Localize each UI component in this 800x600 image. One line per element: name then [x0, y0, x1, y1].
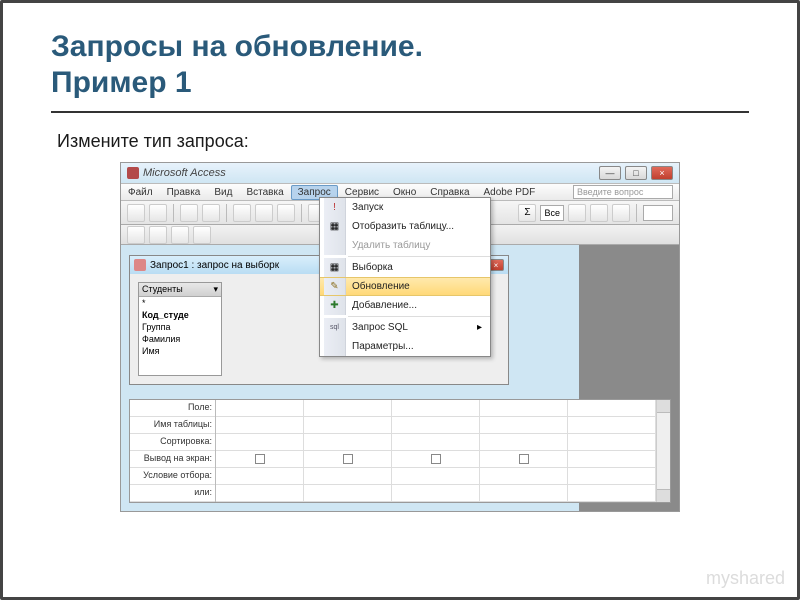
- field-list-item[interactable]: Группа: [139, 321, 221, 333]
- append-query-icon: ✚: [324, 296, 346, 315]
- query-design-grid[interactable]: Поле: Имя таблицы: Сортировка: Вывод на …: [129, 399, 671, 503]
- field-list-item[interactable]: Фамилия: [139, 333, 221, 345]
- grid-column[interactable]: [568, 400, 656, 502]
- grid-label-criteria: Условие отбора:: [130, 468, 215, 485]
- toolbar-builder-button[interactable]: [590, 204, 608, 222]
- menu-item-delete-table-label: Удалить таблицу: [352, 240, 430, 251]
- menu-item-params[interactable]: Параметры...: [320, 337, 490, 356]
- toolbar-properties-button[interactable]: [568, 204, 586, 222]
- menu-item-show-table[interactable]: ▦ Отобразить таблицу...: [320, 217, 490, 236]
- toolbar-cut-button[interactable]: [233, 204, 251, 222]
- toolbar-return-field-value: Все: [544, 208, 560, 218]
- watermark: myshared: [706, 568, 785, 589]
- show-table-icon: ▦: [324, 217, 346, 236]
- menu-item-append-label: Добавление...: [352, 300, 417, 311]
- show-checkbox[interactable]: [431, 454, 441, 464]
- toolbar-preview-button[interactable]: [202, 204, 220, 222]
- toolbar-sigma-button[interactable]: Σ: [518, 204, 536, 222]
- blank-icon: [324, 337, 346, 356]
- update-query-icon: ✎: [324, 278, 346, 295]
- grid-column[interactable]: [480, 400, 568, 502]
- toolbar2-button-3[interactable]: [171, 226, 189, 244]
- run-icon: !: [324, 198, 346, 217]
- grid-column[interactable]: [304, 400, 392, 502]
- title-divider: [51, 111, 749, 113]
- menu-file[interactable]: Файл: [121, 185, 160, 200]
- toolbar-copy-button[interactable]: [255, 204, 273, 222]
- grid-scrollbar[interactable]: [656, 400, 670, 502]
- ask-question-input[interactable]: Введите вопрос: [573, 185, 673, 199]
- menu-item-update-label: Обновление: [352, 281, 410, 292]
- toolbar-separator: [226, 204, 227, 222]
- query-icon: [134, 259, 146, 271]
- slide-title-line1: Запросы на обновление.: [51, 30, 423, 63]
- blank-icon: [324, 236, 346, 255]
- toolbar-paste-button[interactable]: [277, 204, 295, 222]
- app-icon: [127, 167, 139, 179]
- show-checkbox[interactable]: [343, 454, 353, 464]
- field-list-item[interactable]: Имя: [139, 345, 221, 357]
- menu-edit[interactable]: Правка: [160, 185, 208, 200]
- toolbar-dbwindow-button[interactable]: [612, 204, 630, 222]
- sql-icon: sql: [324, 318, 346, 337]
- window-close-button[interactable]: ×: [651, 166, 673, 180]
- grid-label-table: Имя таблицы:: [130, 417, 215, 434]
- grid-label-show: Вывод на экран:: [130, 451, 215, 468]
- menu-item-sql[interactable]: sql Запрос SQL ▸: [320, 318, 490, 337]
- slide: Запросы на обновление. Пример 1 Измените…: [0, 0, 800, 600]
- toolbar-save-button[interactable]: [149, 204, 167, 222]
- menu-item-run[interactable]: ! Запуск: [320, 198, 490, 217]
- field-list-star[interactable]: *: [139, 297, 221, 309]
- slide-subtitle: Измените тип запроса:: [57, 131, 749, 152]
- toolbar-return-field[interactable]: Все: [540, 205, 564, 221]
- menu-item-select-label: Выборка: [352, 262, 393, 273]
- screenshot: Microsoft Access — □ × Файл Правка Вид В…: [120, 162, 680, 512]
- toolbar2-button-2[interactable]: [149, 226, 167, 244]
- field-list-item[interactable]: Код_студе: [139, 309, 221, 321]
- grid-label-or: или:: [130, 485, 215, 502]
- menu-item-run-label: Запуск: [352, 202, 383, 213]
- toolbar-separator: [301, 204, 302, 222]
- toolbar-print-button[interactable]: [180, 204, 198, 222]
- toolbar-separator: [636, 204, 637, 222]
- menu-insert[interactable]: Вставка: [239, 185, 290, 200]
- field-list-header-text: Студенты: [142, 284, 183, 295]
- toolbar-view-button[interactable]: [127, 204, 145, 222]
- grid-column[interactable]: [392, 400, 480, 502]
- menu-separator: [348, 316, 490, 317]
- toolbar-search-field[interactable]: [643, 205, 673, 221]
- menu-view[interactable]: Вид: [207, 185, 239, 200]
- show-checkbox[interactable]: [255, 454, 265, 464]
- toolbar2-button-1[interactable]: [127, 226, 145, 244]
- window-maximize-button[interactable]: □: [625, 166, 647, 180]
- grid-row-labels: Поле: Имя таблицы: Сортировка: Вывод на …: [130, 400, 216, 502]
- window-minimize-button[interactable]: —: [599, 166, 621, 180]
- menu-item-select-query[interactable]: ▦ Выборка: [320, 258, 490, 277]
- ask-question-placeholder: Введите вопрос: [577, 187, 643, 197]
- field-list-header: Студенты ▾: [139, 283, 221, 297]
- menu-item-sql-label: Запрос SQL: [352, 322, 408, 333]
- query-menu-dropdown: ! Запуск ▦ Отобразить таблицу... Удалить…: [319, 197, 491, 357]
- app-titlebar: Microsoft Access — □ ×: [121, 163, 679, 183]
- grid-label-sort: Сортировка:: [130, 434, 215, 451]
- grid-columns: [216, 400, 656, 502]
- show-checkbox[interactable]: [519, 454, 529, 464]
- grid-column[interactable]: [216, 400, 304, 502]
- toolbar2-button-4[interactable]: [193, 226, 211, 244]
- menu-item-append-query[interactable]: ✚ Добавление...: [320, 296, 490, 315]
- table-field-list[interactable]: Студенты ▾ * Код_студе Группа Фамилия Им…: [138, 282, 222, 376]
- menu-item-delete-table: Удалить таблицу: [320, 236, 490, 255]
- menu-item-update-query[interactable]: ✎ Обновление: [320, 277, 490, 296]
- menu-separator: [348, 256, 490, 257]
- menu-item-show-table-label: Отобразить таблицу...: [352, 221, 454, 232]
- select-query-icon: ▦: [324, 258, 346, 277]
- menu-item-params-label: Параметры...: [352, 341, 414, 352]
- slide-title-line2: Пример 1: [51, 66, 192, 99]
- toolbar-separator: [173, 204, 174, 222]
- grid-label-field: Поле:: [130, 400, 215, 417]
- query-window-title: Запрос1 : запрос на выборк: [150, 260, 279, 271]
- app-title: Microsoft Access: [143, 167, 226, 179]
- slide-title: Запросы на обновление. Пример 1: [51, 29, 749, 101]
- chevron-right-icon: ▸: [477, 322, 486, 333]
